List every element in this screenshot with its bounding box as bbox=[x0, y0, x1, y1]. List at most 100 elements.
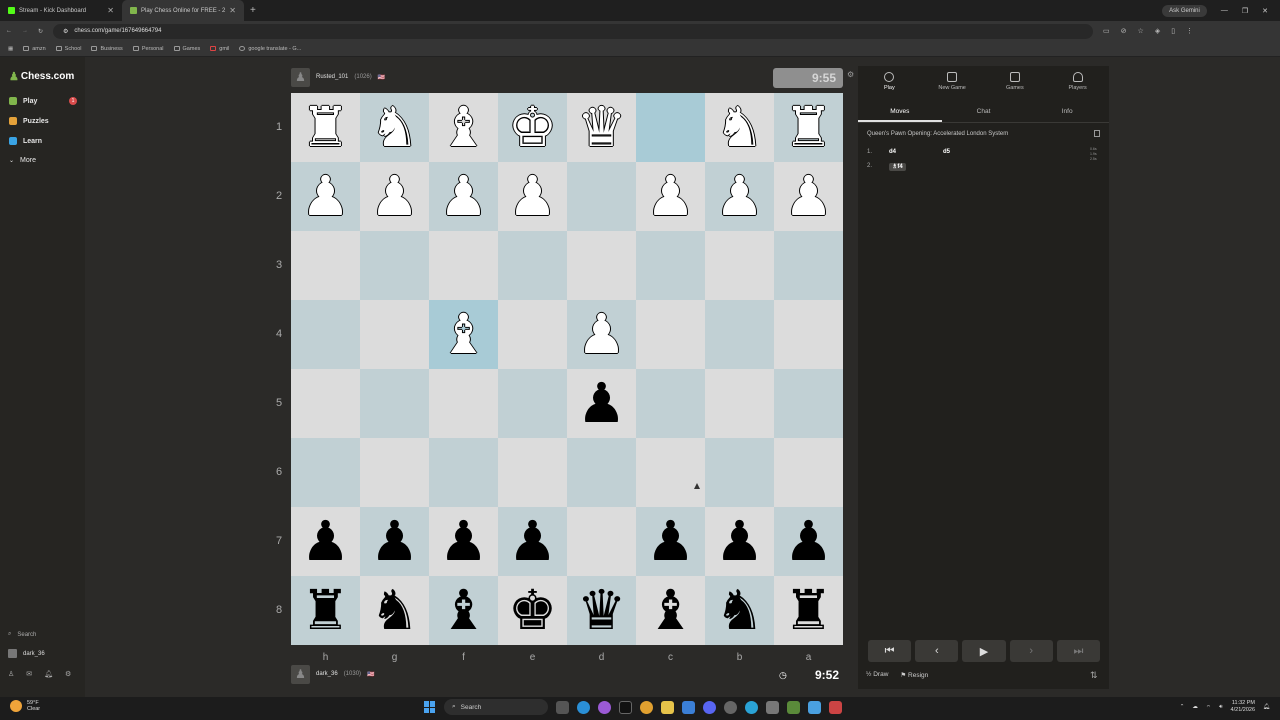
board-square[interactable]: ♟ bbox=[774, 507, 843, 576]
menu-icon[interactable]: ⋮ bbox=[1186, 27, 1193, 35]
white-king-piece[interactable]: ♚ bbox=[508, 100, 557, 155]
white-pawn-piece[interactable]: ♟ bbox=[439, 169, 488, 224]
board-square[interactable]: ♟ bbox=[567, 369, 636, 438]
mail-icon[interactable]: ✉ bbox=[26, 670, 32, 678]
board-square[interactable]: ♟ bbox=[567, 300, 636, 369]
board-square[interactable]: ♛ bbox=[567, 93, 636, 162]
notepad-icon[interactable] bbox=[808, 700, 821, 714]
board-square[interactable]: ♞ bbox=[705, 93, 774, 162]
tab-chess[interactable]: Play Chess Online for FREE - 2 ✕ bbox=[122, 0, 244, 21]
white-knight-piece[interactable]: ♞ bbox=[370, 100, 419, 155]
board-square[interactable]: ♟ bbox=[705, 162, 774, 231]
player-name[interactable]: dark_36 bbox=[316, 671, 338, 677]
tab-games[interactable]: Games bbox=[984, 66, 1047, 96]
sidebar-profile[interactable]: dark_36 bbox=[8, 649, 45, 658]
board-square[interactable]: ♟ bbox=[291, 162, 360, 231]
chess-logo[interactable]: ♟ Chess.com bbox=[9, 70, 74, 83]
black-pawn-piece[interactable]: ♟ bbox=[577, 376, 626, 431]
close-icon[interactable]: ✕ bbox=[107, 6, 114, 15]
board-square[interactable]: ♟ bbox=[774, 162, 843, 231]
minimize-icon[interactable]: — bbox=[1221, 7, 1228, 14]
sidebar-search[interactable]: ⌕ Search bbox=[8, 631, 36, 638]
board-square[interactable] bbox=[498, 300, 567, 369]
board-square[interactable]: ♟ bbox=[429, 507, 498, 576]
resign-button[interactable]: ⚑ Resign bbox=[900, 671, 928, 679]
board-square[interactable]: ♜ bbox=[291, 576, 360, 645]
board-square[interactable]: ♟ bbox=[291, 507, 360, 576]
close-icon[interactable]: ✕ bbox=[229, 6, 236, 15]
file-explorer-icon[interactable] bbox=[661, 700, 674, 714]
board-square[interactable]: ♞ bbox=[360, 93, 429, 162]
bookmark-school[interactable]: School bbox=[55, 46, 81, 52]
last-move-button[interactable]: ⏭ bbox=[1056, 640, 1101, 662]
board-square[interactable] bbox=[705, 300, 774, 369]
board-square[interactable] bbox=[774, 369, 843, 438]
white-rook-piece[interactable]: ♜ bbox=[301, 100, 350, 155]
telegram-icon[interactable] bbox=[745, 700, 758, 714]
board-square[interactable]: ♛ bbox=[567, 576, 636, 645]
next-move-button[interactable]: › bbox=[1009, 640, 1053, 662]
player-avatar[interactable]: ♟ bbox=[291, 664, 310, 684]
bookmark-google-translate[interactable]: google translate - G... bbox=[239, 46, 301, 52]
board-square[interactable] bbox=[360, 231, 429, 300]
copilot-icon[interactable] bbox=[598, 700, 611, 714]
black-rook-piece[interactable]: ♜ bbox=[784, 583, 833, 638]
black-king-piece[interactable]: ♚ bbox=[508, 583, 557, 638]
board-square[interactable] bbox=[705, 231, 774, 300]
black-move[interactable]: d5 bbox=[943, 149, 983, 155]
board-square[interactable]: ♟ bbox=[636, 162, 705, 231]
board-square[interactable]: ♜ bbox=[774, 93, 843, 162]
apps-icon[interactable]: ▦ bbox=[8, 46, 13, 52]
tab-play[interactable]: Play bbox=[858, 66, 921, 96]
black-pawn-piece[interactable]: ♟ bbox=[784, 514, 833, 569]
site-info-icon[interactable]: ⚙ bbox=[63, 28, 68, 35]
board-square[interactable]: ♟ bbox=[705, 507, 774, 576]
bell-icon[interactable]: 🔔︎ bbox=[44, 670, 53, 678]
black-bishop-piece[interactable]: ♝ bbox=[439, 583, 488, 638]
white-pawn-piece[interactable]: ♟ bbox=[508, 169, 557, 224]
bookmark-gmil[interactable]: gmil bbox=[210, 46, 229, 52]
white-knight-piece[interactable]: ♞ bbox=[715, 100, 764, 155]
board-square[interactable]: ♞ bbox=[360, 576, 429, 645]
discord-icon[interactable] bbox=[703, 700, 716, 714]
settings-app-icon[interactable] bbox=[724, 700, 737, 714]
sidebar-item-more[interactable]: ⌄ More bbox=[9, 157, 36, 164]
white-pawn-piece[interactable]: ♟ bbox=[784, 169, 833, 224]
board-square[interactable]: ♟ bbox=[636, 507, 705, 576]
white-pawn-piece[interactable]: ♟ bbox=[577, 307, 626, 362]
bookmark-games[interactable]: Games bbox=[173, 46, 200, 52]
white-queen-piece[interactable]: ♛ bbox=[577, 100, 626, 155]
board-square[interactable]: ♟ bbox=[360, 507, 429, 576]
sidebar-item-puzzles[interactable]: Puzzles bbox=[9, 117, 49, 125]
board-square[interactable] bbox=[498, 369, 567, 438]
settings-icon[interactable]: ⚙ bbox=[65, 670, 71, 678]
opponent-name[interactable]: Rusted_101 bbox=[316, 74, 348, 80]
cast-icon[interactable]: ▭ bbox=[1103, 27, 1110, 35]
extensions-icon[interactable]: ◈ bbox=[1155, 27, 1160, 35]
board-square[interactable] bbox=[360, 438, 429, 507]
board-square[interactable] bbox=[636, 93, 705, 162]
tab-new-game[interactable]: New Game bbox=[921, 66, 984, 96]
board-square[interactable] bbox=[705, 438, 774, 507]
board-square[interactable]: ♜ bbox=[774, 576, 843, 645]
eye-off-icon[interactable]: ⊘ bbox=[1121, 27, 1127, 35]
volume-icon[interactable]: 🔊︎ bbox=[1219, 704, 1222, 711]
chrome-icon[interactable] bbox=[640, 700, 653, 714]
forward-icon[interactable]: → bbox=[22, 28, 28, 34]
star-icon[interactable]: ☆ bbox=[1138, 27, 1144, 35]
board-settings-icon[interactable]: ⚙ bbox=[847, 70, 854, 79]
app-icon[interactable] bbox=[829, 700, 842, 714]
board-square[interactable]: ♚ bbox=[498, 93, 567, 162]
black-pawn-piece[interactable]: ♟ bbox=[301, 514, 350, 569]
opponent-avatar[interactable]: ♟ bbox=[291, 67, 310, 87]
board-square[interactable] bbox=[429, 369, 498, 438]
draw-button[interactable]: ½ Draw bbox=[866, 671, 888, 679]
black-bishop-piece[interactable]: ♝ bbox=[646, 583, 695, 638]
chess-board[interactable]: ♜ ♞ ♝ ♚ ♛ ♞ ♜ ♟ ♟ ♟ ♟ ♟ ♟ ♟ ♝ ♟ ♟ ♟ ♟ ♟ ♟ ♟ ♟ ♟ ♜ ♞ ♝ ♚ ♛ ♝ ♞ ♜ bbox=[291, 93, 843, 645]
black-rook-piece[interactable]: ♜ bbox=[301, 583, 350, 638]
board-square[interactable] bbox=[360, 300, 429, 369]
black-knight-piece[interactable]: ♞ bbox=[715, 583, 764, 638]
board-square[interactable]: ♟ bbox=[498, 507, 567, 576]
bookmark-personal[interactable]: Personal bbox=[132, 46, 164, 52]
white-pawn-piece[interactable]: ♟ bbox=[646, 169, 695, 224]
